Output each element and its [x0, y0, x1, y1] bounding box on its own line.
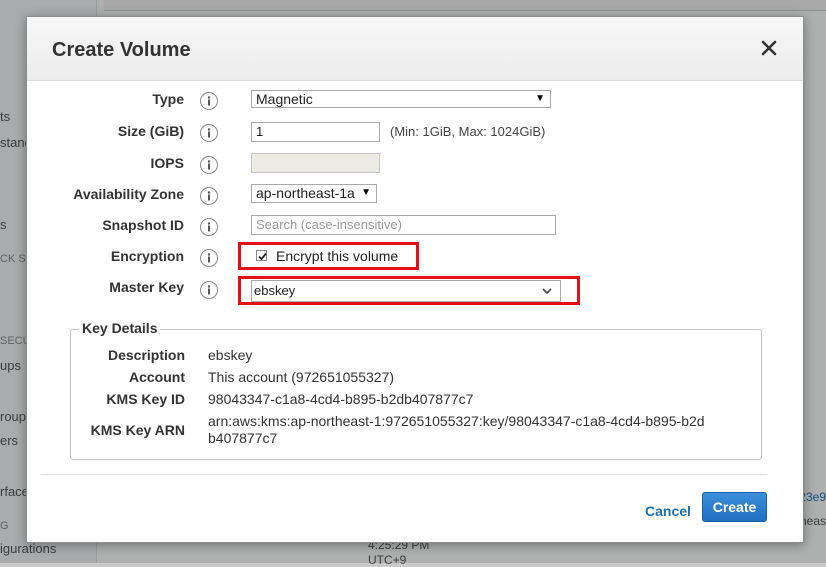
- dialog-header: Create Volume: [27, 17, 803, 81]
- close-button[interactable]: [759, 38, 779, 58]
- availability-zone-select[interactable]: ap-northeast-1a ▼: [251, 184, 377, 203]
- kms-key-arn-label: KMS Key ARN: [90, 422, 185, 438]
- size-label: Size (GiB): [117, 123, 184, 139]
- availability-zone-value: ap-northeast-1a: [256, 185, 355, 201]
- kms-key-id-value: 98043347-c1a8-4cd4-b895-b2db407877c7: [208, 391, 474, 407]
- kms-key-arn-value: arn:aws:kms:ap-northeast-1:972651055327:…: [208, 413, 705, 446]
- type-select-value: Magnetic: [256, 91, 313, 107]
- encrypt-volume-checkbox[interactable]: [256, 250, 267, 261]
- description-value: ebskey: [208, 347, 253, 363]
- dialog-title: Create Volume: [52, 39, 191, 61]
- info-icon[interactable]: [200, 124, 218, 142]
- info-icon[interactable]: [200, 156, 218, 174]
- dropdown-arrow-icon: ▼: [535, 93, 545, 104]
- account-value: This account (972651055327): [208, 369, 395, 385]
- master-key-select[interactable]: ebskey: [251, 280, 561, 302]
- iops-input: [251, 153, 380, 173]
- size-input-value: 1: [256, 124, 264, 139]
- encrypt-volume-label[interactable]: Encrypt this volume: [276, 248, 398, 264]
- snapshot-id-search-input[interactable]: Search (case-insensitive): [251, 215, 556, 235]
- type-select[interactable]: Magnetic ▼: [251, 90, 551, 108]
- key-details-legend: Key Details: [79, 320, 161, 336]
- encryption-label: Encryption: [110, 248, 184, 264]
- dropdown-arrow-icon: ▼: [359, 185, 371, 201]
- info-icon[interactable]: [200, 249, 218, 267]
- snapshot-id-placeholder: Search (case-insensitive): [256, 217, 402, 232]
- info-icon[interactable]: [200, 187, 218, 205]
- size-input[interactable]: 1: [251, 122, 380, 142]
- snapshot-id-label: Snapshot ID: [102, 217, 184, 233]
- cancel-button[interactable]: Cancel: [645, 503, 691, 519]
- close-icon: [761, 40, 777, 56]
- iops-label: IOPS: [150, 155, 184, 171]
- info-icon[interactable]: [200, 218, 218, 236]
- info-icon[interactable]: [200, 92, 218, 110]
- type-label: Type: [152, 91, 184, 107]
- kms-key-id-label: KMS Key ID: [106, 391, 185, 407]
- info-icon[interactable]: [200, 281, 218, 299]
- chevron-down-icon: [542, 288, 552, 295]
- footer-divider: [41, 474, 767, 475]
- description-label: Description: [107, 347, 185, 363]
- availability-zone-label: Availability Zone: [73, 186, 184, 202]
- size-hint: (Min: 1GiB, Max: 1024GiB): [390, 124, 546, 139]
- create-button[interactable]: Create: [702, 492, 767, 522]
- master-key-value: ebskey: [254, 283, 296, 298]
- account-label: Account: [129, 369, 185, 385]
- checkmark-icon: [258, 252, 267, 261]
- master-key-label: Master Key: [109, 279, 184, 295]
- create-volume-dialog: Create Volume Type Magnetic ▼ Size (GiB)…: [26, 16, 804, 543]
